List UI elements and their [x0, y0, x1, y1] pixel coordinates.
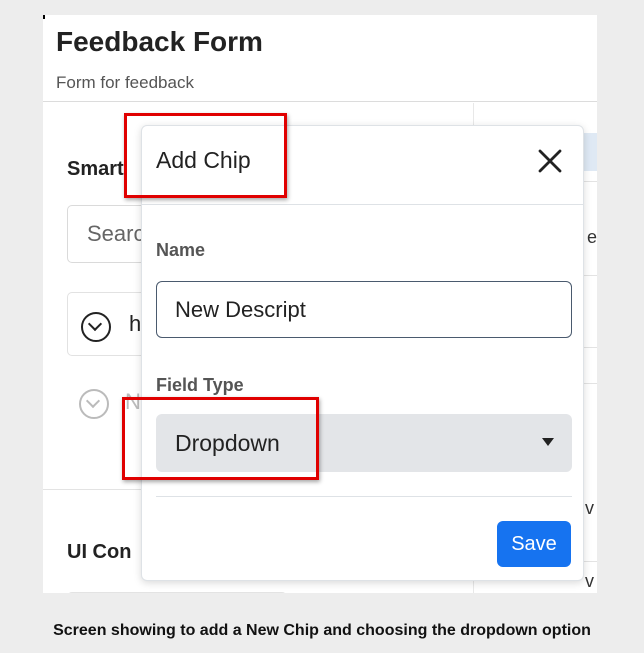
figure-caption: Screen showing to add a New Chip and cho…: [53, 622, 591, 639]
app-header: Feedback Form Form for feedback: [43, 15, 597, 102]
list-item-label: h: [129, 311, 142, 336]
chevron-down-circle-icon: [79, 389, 109, 419]
preview-text: v: [585, 498, 594, 518]
caret-down-icon: [542, 438, 554, 446]
field-type-label: Field Type: [156, 375, 244, 395]
divider: [156, 496, 572, 497]
highlight-box-dropdown: [122, 397, 319, 480]
chevron-down-circle-icon[interactable]: [81, 312, 111, 342]
ui-components-heading: UI Con: [67, 541, 132, 563]
preview-text: e: [587, 227, 597, 247]
screenshot-frame: Feedback Form Form for feedback Smart h …: [43, 15, 597, 593]
ui-components-box: [67, 592, 287, 593]
divider: [142, 204, 583, 205]
name-field[interactable]: [156, 281, 572, 338]
page-subtitle: Form for feedback: [56, 73, 194, 92]
corner-mark: [43, 15, 45, 19]
name-label: Name: [156, 240, 206, 260]
save-button[interactable]: Save: [497, 521, 571, 567]
page-title: Feedback Form: [56, 26, 263, 57]
close-icon[interactable]: [536, 147, 564, 175]
preview-text: v: [585, 571, 594, 591]
highlight-box-add-chip: [124, 113, 287, 198]
smart-chips-heading: Smart: [67, 158, 124, 180]
